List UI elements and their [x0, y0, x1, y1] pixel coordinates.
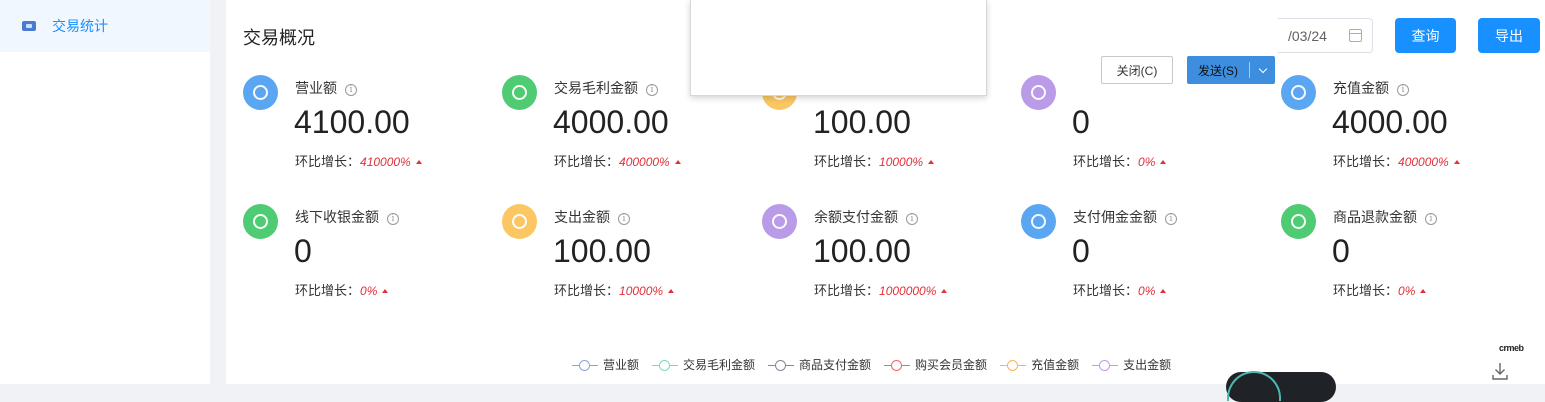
stat-growth: 环比增长：400000% — [554, 151, 681, 170]
legend-item[interactable]: 支出金额 — [1092, 356, 1171, 373]
stat-label: 交易毛利金额 i — [554, 78, 658, 98]
stat-label: 充值金额 i — [1333, 78, 1409, 98]
sidebar: 交易统计 — [0, 0, 210, 384]
stat-value: 4000.00 — [553, 104, 669, 140]
sidebar-item-trade-stats[interactable]: 交易统计 — [0, 0, 210, 52]
stat-label: 余额支付金额 i — [814, 207, 918, 227]
legend-marker-icon — [768, 359, 795, 371]
stat-label: 支出金额 i — [554, 207, 630, 227]
refund-icon — [1281, 204, 1316, 239]
download-icon[interactable] — [1492, 362, 1508, 380]
stat-value: 4100.00 — [294, 104, 410, 140]
query-button[interactable]: 查询 — [1395, 18, 1456, 53]
stat-value: 100.00 — [553, 233, 651, 269]
legend-marker-icon — [884, 359, 911, 371]
stat-value: 0 — [1332, 233, 1350, 269]
stat-growth: 环比增长：0% — [1073, 280, 1167, 299]
money-bag-icon — [762, 204, 797, 239]
stat-card: 营业额 i 4100.00 环比增长：410000% — [243, 72, 483, 182]
info-icon[interactable]: i — [618, 213, 630, 225]
cash-register-icon — [243, 204, 278, 239]
info-icon[interactable]: i — [387, 213, 399, 225]
up-arrow-icon — [382, 289, 389, 293]
commission-icon — [1021, 204, 1056, 239]
stat-growth: 环比增长：1000000% — [814, 280, 948, 299]
stat-value: 100.00 — [813, 233, 911, 269]
up-arrow-icon — [1453, 160, 1460, 164]
legend-item[interactable]: 交易毛利金额 — [652, 356, 755, 373]
up-arrow-icon — [674, 160, 681, 164]
stat-value: 4000.00 — [1332, 104, 1448, 140]
stat-value: 0 — [1072, 104, 1090, 140]
date-value: /03/24 — [1288, 27, 1327, 44]
stat-label: 线下收银金额 i — [295, 207, 399, 227]
info-icon[interactable]: i — [646, 84, 658, 96]
up-arrow-icon — [668, 289, 675, 293]
stat-card: 线下收银金额 i 0 环比增长：0% — [243, 201, 483, 311]
legend-marker-icon — [1000, 359, 1027, 371]
calendar-icon — [1349, 29, 1362, 42]
stat-label: 营业额 i — [295, 78, 357, 98]
stat-label: 商品退款金额 i — [1333, 207, 1437, 227]
up-arrow-icon — [1160, 160, 1167, 164]
brand-logo: crmeb — [1499, 343, 1524, 353]
stat-card: 充值金额 i 4000.00 环比增长：400000% — [1281, 72, 1521, 182]
stat-growth: 环比增长：410000% — [295, 151, 422, 170]
up-arrow-icon — [415, 160, 422, 164]
recharge-icon — [1281, 75, 1316, 110]
chart-legend: 营业额 交易毛利金额 商品支付金额 购买会员金额 充值金额 支出金额 — [572, 356, 1184, 373]
send-label: 发送(S) — [1198, 63, 1238, 78]
stat-card: 商品退款金额 i 0 环比增长：0% — [1281, 201, 1521, 311]
info-icon[interactable]: i — [906, 213, 918, 225]
stat-card: 支出金额 i 100.00 环比增长：10000% — [502, 201, 742, 311]
diamond-icon — [1021, 75, 1056, 110]
stat-card: 余额支付金额 i 100.00 环比增长：1000000% — [762, 201, 1002, 311]
sidebar-item-label: 交易统计 — [52, 18, 108, 34]
stat-card: 支付佣金金额 i 0 环比增长：0% — [1021, 201, 1261, 311]
up-arrow-icon — [928, 160, 935, 164]
export-button[interactable]: 导出 — [1478, 18, 1540, 53]
info-icon[interactable]: i — [1165, 213, 1177, 225]
info-icon[interactable]: i — [345, 84, 357, 96]
yen-coin-icon — [502, 75, 537, 110]
chevron-down-icon[interactable] — [1250, 64, 1275, 73]
stat-card: 0 环比增长：0% — [1021, 72, 1261, 182]
popup-send-button[interactable]: 发送(S) — [1187, 56, 1275, 84]
legend-marker-icon — [572, 359, 598, 371]
legend-marker-icon — [1092, 359, 1119, 371]
stat-value: 0 — [1072, 233, 1090, 269]
date-range-input[interactable]: /03/24 — [1278, 18, 1373, 53]
page-title: 交易概况 — [243, 28, 315, 48]
stat-growth: 环比增长：10000% — [554, 280, 675, 299]
stat-growth: 环比增长：0% — [295, 280, 389, 299]
up-arrow-icon — [1160, 289, 1167, 293]
wallet-icon — [22, 21, 36, 31]
stat-growth: 环比增长：10000% — [814, 151, 935, 170]
up-arrow-icon — [941, 289, 948, 293]
stat-growth: 环比增长：0% — [1073, 151, 1167, 170]
legend-item[interactable]: 充值金额 — [1000, 356, 1079, 373]
up-arrow-icon — [1420, 289, 1427, 293]
stat-growth: 环比增长：0% — [1333, 280, 1427, 299]
stat-growth: 环比增长：400000% — [1333, 151, 1460, 170]
legend-item[interactable]: 商品支付金额 — [768, 356, 871, 373]
info-icon[interactable]: i — [1397, 84, 1409, 96]
stat-value: 0 — [294, 233, 312, 269]
info-icon[interactable]: i — [1425, 213, 1437, 225]
screenshot-popup — [690, 0, 987, 96]
legend-item[interactable]: 营业额 — [572, 356, 639, 373]
expense-icon — [502, 204, 537, 239]
legend-marker-icon — [652, 359, 679, 371]
stat-value: 100.00 — [813, 104, 911, 140]
popup-close-button[interactable]: 关闭(C) — [1101, 56, 1173, 84]
legend-item[interactable]: 购买会员金额 — [884, 356, 987, 373]
stat-label: 支付佣金金额 i — [1073, 207, 1177, 227]
pie-chart-icon — [243, 75, 278, 110]
